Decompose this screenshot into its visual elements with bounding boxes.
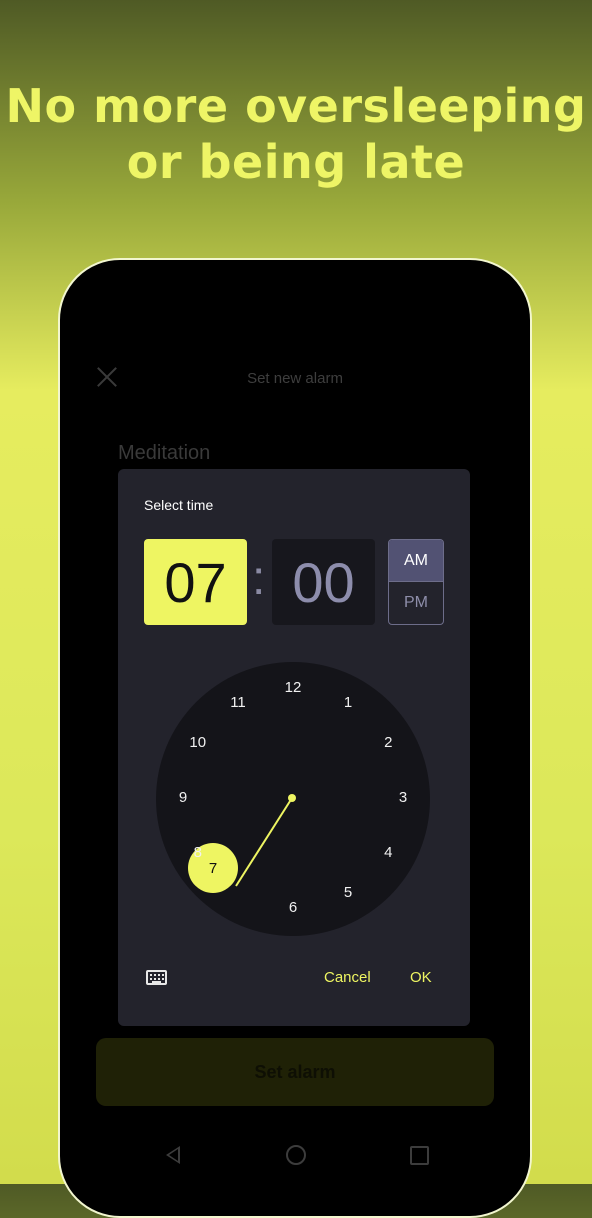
time-picker-dialog: Select time 07 : 00 AM PM 7 12 1 2 3 4 5 6 8 9 10… bbox=[118, 469, 470, 1026]
clock-number-10[interactable]: 10 bbox=[183, 734, 213, 754]
alarm-label: Meditation bbox=[118, 442, 211, 464]
clock-number-3[interactable]: 3 bbox=[388, 789, 418, 809]
headline-line-1: No more oversleeping bbox=[0, 78, 592, 134]
home-icon[interactable] bbox=[286, 1145, 306, 1165]
keyboard-icon[interactable] bbox=[146, 970, 167, 985]
pm-button[interactable]: PM bbox=[389, 582, 443, 624]
clock-number-8[interactable]: 8 bbox=[183, 844, 213, 864]
ok-button[interactable]: OK bbox=[410, 969, 432, 986]
clock-number-9[interactable]: 9 bbox=[168, 789, 198, 809]
clock-center-dot bbox=[288, 794, 296, 802]
set-alarm-button[interactable]: Set alarm bbox=[96, 1038, 494, 1106]
am-pm-toggle: AM PM bbox=[388, 539, 444, 625]
hour-field[interactable]: 07 bbox=[144, 539, 247, 625]
clock-number-6[interactable]: 6 bbox=[278, 899, 308, 919]
clock-dial[interactable]: 7 12 1 2 3 4 5 6 8 9 10 11 bbox=[156, 662, 430, 936]
headline: No more oversleeping or being late bbox=[0, 78, 592, 190]
time-separator: : bbox=[252, 552, 266, 605]
am-button[interactable]: AM bbox=[389, 540, 443, 582]
clock-number-12[interactable]: 12 bbox=[278, 679, 308, 699]
cancel-button[interactable]: Cancel bbox=[324, 969, 371, 986]
recents-icon[interactable] bbox=[410, 1146, 429, 1165]
appbar-title: Set new alarm bbox=[247, 370, 343, 387]
clock-number-11[interactable]: 11 bbox=[223, 694, 253, 714]
minute-field[interactable]: 00 bbox=[272, 539, 375, 625]
clock-number-5[interactable]: 5 bbox=[333, 884, 363, 904]
clock-number-2[interactable]: 2 bbox=[373, 734, 403, 754]
back-icon[interactable] bbox=[166, 1146, 180, 1164]
system-navbar bbox=[60, 1138, 530, 1172]
headline-line-2: or being late bbox=[126, 135, 466, 189]
dialog-title: Select time bbox=[144, 497, 214, 513]
clock-number-1[interactable]: 1 bbox=[333, 694, 363, 714]
headline-line-1-text: No more oversleeping bbox=[5, 79, 587, 133]
clock-number-4[interactable]: 4 bbox=[373, 844, 403, 864]
